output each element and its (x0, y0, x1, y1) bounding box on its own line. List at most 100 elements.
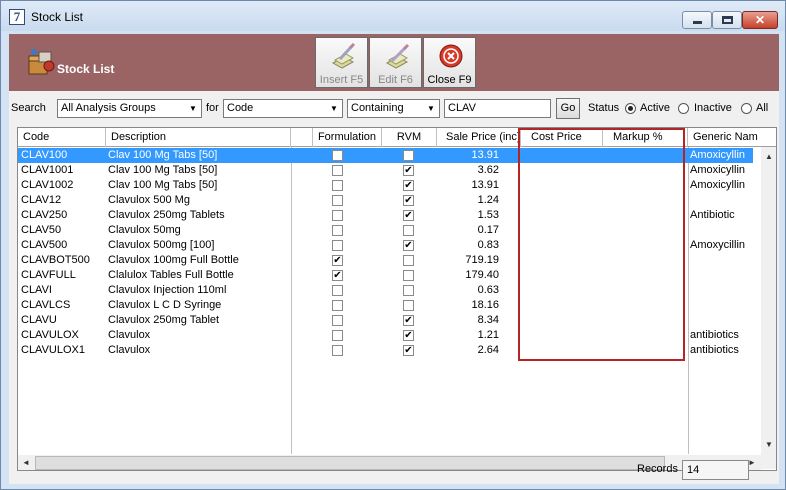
col-header-code[interactable]: Code (18, 128, 106, 147)
search-label: Search (11, 102, 46, 114)
status-inactive-label[interactable]: Inactive (694, 102, 732, 114)
rvm-checkbox[interactable] (403, 225, 414, 236)
cell-description: Clavulox 100mg Full Bottle (108, 254, 239, 266)
cell-description: Clavulox 500 Mg (108, 194, 190, 206)
status-all-label[interactable]: All (756, 102, 768, 114)
insert-label: Insert F5 (319, 74, 364, 86)
col-header-generic-name[interactable]: Generic Nam (688, 128, 776, 147)
rvm-checkbox[interactable] (403, 255, 414, 266)
rvm-checkbox[interactable]: ✔ (403, 165, 414, 176)
cell-code: CLAV500 (21, 239, 68, 251)
cell-sale-price: 0.17 (477, 224, 499, 236)
rvm-checkbox[interactable]: ✔ (403, 345, 414, 356)
formulation-checkbox[interactable] (332, 225, 343, 236)
status-inactive-radio[interactable] (678, 103, 689, 114)
cell-sale-price: 1.24 (477, 194, 499, 206)
header-banner: Stock List Insert F5 Edit F6 Close F9 (9, 34, 779, 91)
formulation-checkbox[interactable] (332, 195, 343, 206)
formulation-checkbox[interactable]: ✔ (332, 255, 343, 266)
status-label: Status (588, 102, 620, 114)
formulation-checkbox[interactable]: ✔ (332, 270, 343, 281)
cell-description: Clavulox 50mg (108, 224, 181, 236)
cell-description: Clavulox 500mg [100] (108, 239, 215, 251)
highlight-box (518, 128, 685, 361)
cell-sale-price: 18.16 (471, 299, 499, 311)
col-header-formulation[interactable]: Formulation (313, 128, 382, 147)
col-header-blank[interactable] (291, 128, 313, 147)
cell-description: Clav 100 Mg Tabs [50] (108, 149, 218, 161)
close-icon: ✕ (754, 13, 766, 27)
cell-code: CLAV1002 (21, 179, 74, 191)
rvm-checkbox[interactable]: ✔ (403, 240, 414, 251)
rvm-checkbox[interactable] (403, 300, 414, 311)
rvm-checkbox[interactable]: ✔ (403, 315, 414, 326)
rvm-checkbox[interactable] (403, 270, 414, 281)
cell-code: CLAV250 (21, 209, 68, 221)
cell-sale-price: 1.53 (477, 209, 499, 221)
formulation-checkbox[interactable] (332, 330, 343, 341)
go-button[interactable]: Go (556, 98, 580, 119)
formulation-checkbox[interactable] (332, 345, 343, 356)
analysis-group-select[interactable]: All Analysis Groups ▼ (57, 99, 202, 118)
formulation-checkbox[interactable] (332, 285, 343, 296)
records-count-box: 14 (682, 460, 749, 480)
chevron-down-icon: ▼ (186, 101, 200, 116)
cell-sale-price: 179.40 (465, 269, 499, 281)
formulation-checkbox[interactable] (332, 210, 343, 221)
edit-button[interactable]: Edit F6 (369, 37, 422, 88)
formulation-checkbox[interactable] (332, 180, 343, 191)
window-title: Stock List (31, 10, 84, 24)
scroll-left-icon[interactable]: ◄ (18, 455, 34, 470)
cell-sale-price: 0.83 (477, 239, 499, 251)
col-header-rvm[interactable]: RVM (382, 128, 437, 147)
status-active-radio[interactable] (625, 103, 636, 114)
insert-button[interactable]: Insert F5 (315, 37, 368, 88)
formulation-checkbox[interactable] (332, 300, 343, 311)
cell-sale-price: 1.21 (477, 329, 499, 341)
formulation-checkbox[interactable] (332, 315, 343, 326)
app-icon: 7 (9, 9, 25, 25)
status-active-label[interactable]: Active (640, 102, 670, 114)
cell-sale-price: 0.63 (477, 284, 499, 296)
rvm-checkbox[interactable]: ✔ (403, 195, 414, 206)
search-input[interactable]: CLAV (444, 99, 551, 118)
close-f9-button[interactable]: Close F9 (423, 37, 476, 88)
cell-sale-price: 719.19 (465, 254, 499, 266)
scroll-up-icon[interactable]: ▲ (761, 149, 776, 165)
col-header-sale-price[interactable]: Sale Price (inc) (437, 128, 521, 147)
search-input-value: CLAV (448, 102, 476, 114)
match-mode-select[interactable]: Containing ▼ (347, 99, 440, 118)
cell-generic-name: Antibiotic (690, 209, 735, 221)
cell-code: CLAV100 (21, 149, 68, 161)
window-close-button[interactable]: ✕ (742, 11, 778, 29)
radio-dot (628, 106, 633, 111)
col-header-description[interactable]: Description (106, 128, 291, 147)
cell-code: CLAV12 (21, 194, 62, 206)
formulation-checkbox[interactable] (332, 165, 343, 176)
search-field-select[interactable]: Code ▼ (223, 99, 343, 118)
rvm-checkbox[interactable]: ✔ (403, 150, 414, 161)
formulation-checkbox[interactable] (332, 150, 343, 161)
rvm-checkbox[interactable]: ✔ (403, 210, 414, 221)
horizontal-scroll-thumb[interactable] (35, 456, 665, 470)
cell-generic-name: Amoxicyllin (690, 164, 746, 176)
scroll-down-icon[interactable]: ▼ (761, 437, 776, 453)
rvm-checkbox[interactable]: ✔ (403, 330, 414, 341)
cell-code: CLAVULOX1 (21, 344, 85, 356)
cell-description: Clavulox 250mg Tablets (108, 209, 225, 221)
rvm-checkbox[interactable]: ✔ (403, 180, 414, 191)
formulation-checkbox[interactable] (332, 240, 343, 251)
cell-sale-price: 13.91 (471, 179, 499, 191)
chevron-down-icon: ▼ (327, 101, 341, 116)
vertical-scrollbar[interactable]: ▲ ▼ (761, 147, 776, 469)
cell-description: Clav 100 Mg Tabs [50] (108, 179, 218, 191)
maximize-button[interactable] (712, 11, 742, 29)
title-bar[interactable]: 7 Stock List ✕ (1, 1, 785, 31)
minimize-button[interactable] (682, 11, 712, 29)
client-area: Stock List Insert F5 Edit F6 Close F9 Se… (9, 34, 779, 484)
status-all-radio[interactable] (741, 103, 752, 114)
for-label: for (206, 102, 219, 114)
cell-description: Clavulox (108, 344, 151, 356)
cell-code: CLAVBOT500 (21, 254, 90, 266)
rvm-checkbox[interactable] (403, 285, 414, 296)
